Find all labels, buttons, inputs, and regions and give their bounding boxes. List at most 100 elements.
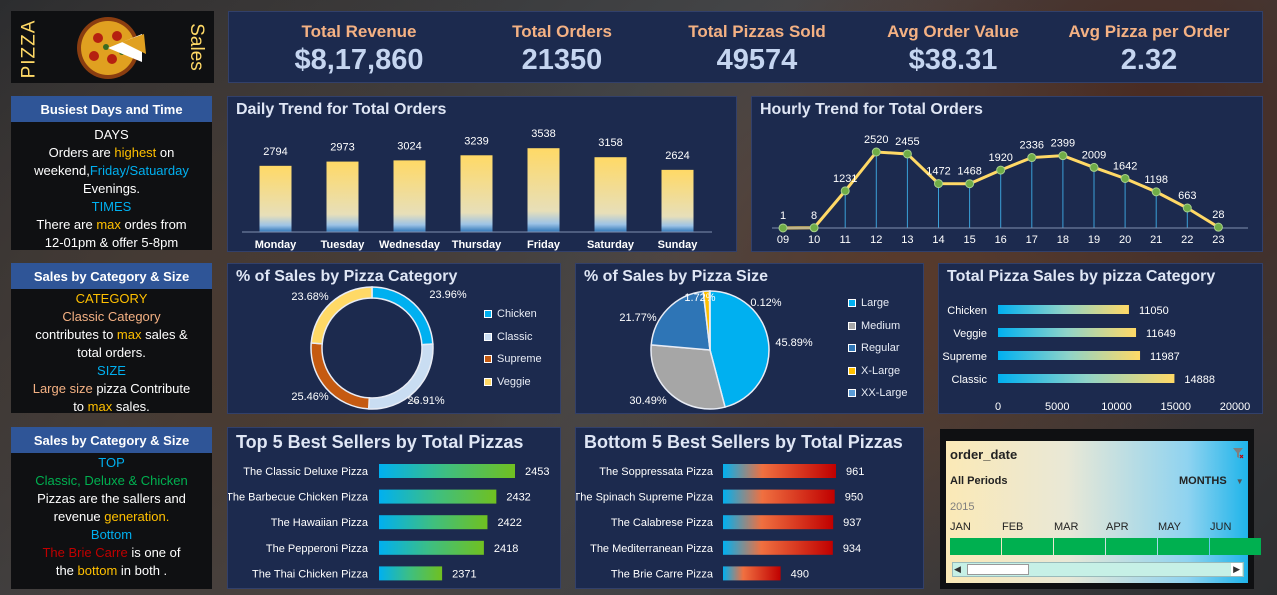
timeline-scrollbar[interactable]: ◀ ▶ — [952, 562, 1244, 577]
highlight: max — [87, 399, 113, 414]
level-label: MONTHS — [1179, 475, 1227, 487]
month-period-cell[interactable] — [1158, 538, 1209, 555]
txt: on — [156, 145, 175, 160]
daily-bar — [259, 165, 292, 232]
size-head: SIZE — [97, 363, 126, 378]
hourly-value-label: 1472 — [926, 166, 950, 178]
hourly-x-label: 23 — [1212, 234, 1224, 246]
year-label: 2015 — [950, 501, 975, 513]
size-slice-label: 0.12% — [750, 297, 781, 309]
highlight: max — [96, 217, 121, 232]
bottom5-bar-chart: The Soppressata Pizza 961 The Spinach Supr… — [576, 464, 864, 581]
level-dropdown[interactable]: MONTHS ▼ — [1179, 475, 1244, 487]
pizza-vertical-label: PIZZA — [18, 19, 40, 79]
hourly-point — [1182, 203, 1192, 213]
hourly-value-label: 8 — [811, 210, 817, 222]
category-head: CATEGORY — [75, 291, 148, 306]
highlight: max — [116, 327, 142, 342]
hourly-x-label: 14 — [932, 234, 944, 246]
daily-category-label: Tuesday — [321, 239, 366, 251]
top5-bar — [379, 540, 484, 555]
daily-bar — [326, 161, 359, 232]
category-legend: Chicken Classic Supreme Veggie — [484, 303, 542, 393]
kpi-bar: Total Revenue $8,17,860 Total Orders 21350… — [228, 11, 1263, 83]
clear-filter-icon[interactable] — [1232, 447, 1244, 459]
hourly-x-label: 20 — [1119, 234, 1131, 246]
daily-value-label: 3239 — [464, 135, 488, 147]
month-label: JUN — [1210, 521, 1232, 533]
hourly-point — [840, 186, 850, 196]
hourly-value-label: 2520 — [864, 134, 888, 146]
kpi-value: 21350 — [521, 44, 603, 76]
line: The Brie Carre is one of — [11, 544, 212, 562]
highlight: Large size — [32, 381, 93, 396]
line: weekend,Friday/Satuarday — [11, 162, 212, 180]
insight-title: Sales by Category & Size — [11, 427, 212, 453]
highlight: highest — [114, 145, 157, 160]
month-period-cell[interactable] — [1210, 538, 1261, 555]
hourly-x-label: 15 — [963, 234, 975, 246]
daily-category-label: Wednesday — [379, 239, 441, 251]
insight-text: DAYS Orders are highest on weekend,Frida… — [11, 126, 212, 252]
category-donut-slice — [371, 286, 434, 346]
hourly-x-label: 11 — [839, 234, 850, 246]
hourly-value-label: 28 — [1212, 209, 1224, 221]
legend-label: Medium — [861, 319, 901, 332]
category-pie-panel: % of Sales by Pizza Category 23.96% 26.91… — [227, 263, 561, 414]
chevron-down-icon: ▼ — [1235, 477, 1244, 486]
hourly-x-label: 10 — [808, 234, 820, 246]
scroll-thumb[interactable] — [967, 564, 1029, 575]
hourly-value-label: 1642 — [1113, 160, 1137, 172]
top5-value-label: 2453 — [525, 466, 549, 478]
txt: in both . — [117, 563, 168, 578]
hourly-point — [778, 223, 788, 233]
top5-value-label: 2422 — [497, 517, 521, 529]
txt: contributes to — [35, 327, 117, 342]
bottom5-bar — [723, 464, 836, 478]
logo-panel: PIZZA Sales — [11, 11, 214, 83]
kpi-value: 2.32 — [1120, 44, 1178, 76]
txt: to — [73, 399, 88, 414]
highlight: The Brie Carre — [42, 545, 128, 560]
all-periods-label[interactable]: All Periods — [950, 475, 1007, 487]
category-bar — [998, 305, 1129, 314]
timeline-bar[interactable] — [950, 538, 1261, 555]
line: There are max ordes from — [11, 216, 212, 234]
legend-label: XX-Large — [861, 387, 908, 400]
top5-bar — [379, 515, 488, 530]
daily-category-label: Thursday — [452, 239, 502, 251]
category-slice-label: 23.68% — [291, 291, 329, 303]
scroll-right-icon[interactable]: ▶ — [1231, 563, 1242, 576]
month-period-cell[interactable] — [1002, 538, 1053, 555]
hourly-point — [996, 165, 1006, 175]
kpi-label: Avg Order Value — [887, 22, 1019, 41]
scroll-left-icon[interactable]: ◀ — [954, 563, 961, 576]
daily-trend-chart: 2794 Monday 2973 Tuesday 3024 Wednesday 3239 Th… — [242, 128, 712, 251]
hourly-value-label: 1920 — [988, 152, 1012, 164]
month-period-cell[interactable] — [1106, 538, 1157, 555]
hourly-value-label: 1468 — [957, 166, 981, 178]
hourly-x-label: 09 — [777, 234, 789, 246]
hourly-point — [1027, 153, 1037, 163]
txt: the — [55, 563, 78, 578]
category-bar-label: Classic — [952, 374, 988, 386]
month-label: FEB — [1002, 521, 1024, 533]
daily-bar — [661, 169, 694, 232]
hourly-x-label: 16 — [995, 234, 1007, 246]
hourly-point — [1213, 222, 1223, 232]
hourly-x-label: 17 — [1026, 234, 1038, 246]
line: total orders. — [77, 345, 146, 360]
insight-title: Sales by Category & Size — [11, 263, 212, 289]
bottom5-bar — [723, 489, 835, 504]
size-legend: Large Medium Regular X-Large XX-Large — [848, 292, 907, 405]
hourly-point — [1151, 187, 1161, 197]
bottom5-category-label: The Calabrese Pizza — [611, 517, 714, 529]
bottom5-category-label: The Mediterranean Pizza — [590, 543, 714, 555]
hourly-x-label: 18 — [1057, 234, 1069, 246]
daily-bar — [594, 157, 627, 232]
month-period-cell[interactable] — [950, 538, 1001, 555]
size-pie-panel: % of Sales by Pizza Size 45.89% 30.49% 21.… — [575, 263, 924, 414]
kpi-total-orders: Total Orders 21350 — [462, 12, 662, 77]
month-period-cell[interactable] — [1054, 538, 1105, 555]
top5-category-label: The Classic Deluxe Pizza — [243, 466, 369, 478]
